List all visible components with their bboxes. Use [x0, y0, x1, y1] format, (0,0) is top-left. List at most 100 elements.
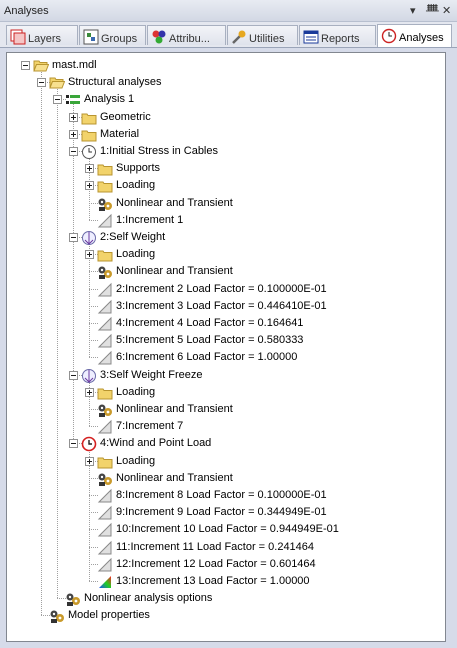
dropdown-arrow-icon[interactable]: ▾: [410, 4, 416, 17]
tree-node[interactable]: 4:Wind and Point Load: [7, 435, 437, 452]
tree-node[interactable]: Nonlinear and Transient: [7, 263, 437, 280]
tree-node[interactable]: Analysis 1: [7, 91, 437, 108]
expand-icon[interactable]: [69, 112, 78, 122]
tree-node[interactable]: 2:Increment 2 Load Factor = 0.100000E-01: [7, 281, 437, 298]
tree-node-label: 6:Increment 6 Load Factor = 1.00000: [116, 351, 298, 364]
gears-icon: [65, 591, 81, 607]
tree-node-label: 4:Wind and Point Load: [100, 437, 212, 450]
folder-icon: [97, 247, 113, 263]
tree-node[interactable]: 2:Self Weight: [7, 229, 437, 246]
tree-node-label: 3:Increment 3 Load Factor = 0.446410E-01: [116, 299, 327, 312]
tab-utilities[interactable]: Utilities: [227, 25, 298, 45]
pin-icon[interactable]: ᚙ: [426, 4, 439, 17]
tab-reports[interactable]: Reports: [299, 25, 376, 45]
tree-node[interactable]: Loading: [7, 177, 437, 194]
tree-node[interactable]: Supports: [7, 160, 437, 177]
panel-title: Analyses: [4, 5, 49, 17]
tree-node[interactable]: 3:Self Weight Freeze: [7, 367, 437, 384]
tree-node-label: Structural analyses: [68, 76, 162, 89]
tab-label: Utilities: [249, 33, 285, 45]
tree-node[interactable]: 13:Increment 13 Load Factor = 1.00000: [7, 573, 437, 590]
tree-node[interactable]: 1:Increment 1: [7, 212, 437, 229]
tab-layers[interactable]: Layers: [6, 25, 78, 45]
collapse-icon[interactable]: [69, 147, 78, 156]
tree-node[interactable]: Structural analyses: [7, 74, 437, 91]
collapse-icon[interactable]: [69, 439, 78, 449]
increment-icon: [97, 505, 113, 521]
tree-node-label: 7:Increment 7: [116, 420, 184, 433]
tree-node-label: Material: [100, 127, 140, 140]
increment-icon: [97, 299, 113, 315]
tab-label: Analyses: [399, 32, 444, 44]
tree-node[interactable]: Nonlinear and Transient: [7, 401, 437, 418]
tree-node[interactable]: 3:Increment 3 Load Factor = 0.446410E-01: [7, 298, 437, 315]
expand-icon[interactable]: [69, 129, 78, 139]
tab-analyses[interactable]: Analyses: [377, 24, 452, 47]
folder-icon: [97, 385, 113, 401]
expand-icon[interactable]: [85, 387, 94, 397]
expand-icon[interactable]: [85, 250, 94, 260]
tab-bar: Layers Groups Attribu... Utilities Reports An…: [0, 22, 457, 48]
tree-node[interactable]: mast.mdl: [7, 57, 437, 74]
utilities-icon: [231, 29, 247, 45]
tree-node[interactable]: Loading: [7, 453, 437, 470]
tree-node-label: 9:Increment 9 Load Factor = 0.344949E-01: [116, 506, 327, 519]
tree-node[interactable]: 10:Increment 10 Load Factor = 0.944949E-…: [7, 521, 437, 538]
collapse-icon[interactable]: [37, 78, 46, 88]
increment-icon: [97, 522, 113, 538]
tree-node-label: 13:Increment 13 Load Factor = 1.00000: [116, 575, 310, 587]
collapse-icon[interactable]: [69, 233, 78, 242]
tree-node[interactable]: 11:Increment 11 Load Factor = 0.241464: [7, 539, 437, 556]
collapse-icon[interactable]: [69, 370, 78, 380]
layers-icon: [10, 29, 26, 45]
expand-icon[interactable]: [85, 181, 94, 191]
tree-node[interactable]: 8:Increment 8 Load Factor = 0.100000E-01: [7, 487, 437, 504]
tree-node[interactable]: 6:Increment 6 Load Factor = 1.00000: [7, 349, 437, 366]
collapse-icon[interactable]: [53, 95, 62, 105]
tree-node-label: Analysis 1: [84, 93, 135, 106]
tree-node[interactable]: 7:Increment 7: [7, 418, 437, 435]
increment-icon: [97, 316, 113, 332]
tree-node-label: 2:Self Weight: [100, 231, 166, 243]
tree-node[interactable]: Nonlinear and Transient: [7, 195, 437, 212]
tree-node-label: 5:Increment 5 Load Factor = 0.580333: [116, 334, 304, 347]
tree-node[interactable]: Material: [7, 126, 437, 143]
tree-node[interactable]: Loading: [7, 384, 437, 401]
folder-icon: [97, 178, 113, 194]
expand-icon[interactable]: [85, 164, 94, 174]
tree-node[interactable]: 4:Increment 4 Load Factor = 0.164641: [7, 315, 437, 332]
tree-node[interactable]: 9:Increment 9 Load Factor = 0.344949E-01: [7, 504, 437, 521]
tree-node[interactable]: 5:Increment 5 Load Factor = 0.580333: [7, 332, 437, 349]
tree-node-label: 12:Increment 12 Load Factor = 0.601464: [116, 557, 316, 570]
tab-groups[interactable]: Groups: [79, 25, 146, 45]
close-icon[interactable]: ✕: [442, 4, 451, 17]
increment-icon: [97, 557, 113, 573]
analysis-icon: [65, 92, 81, 108]
tree-node-label: 11:Increment 11 Load Factor = 0.241464: [116, 540, 315, 553]
gears-icon: [97, 264, 113, 280]
tree-node[interactable]: Model properties: [7, 607, 437, 624]
tree-node[interactable]: Nonlinear analysis options: [7, 590, 437, 607]
gears-icon: [97, 196, 113, 212]
increment-colored-icon: [97, 574, 113, 590]
increment-icon: [97, 419, 113, 435]
tree-node[interactable]: 1:Initial Stress in Cables: [7, 143, 437, 160]
tree-node-label: 4:Increment 4 Load Factor = 0.164641: [116, 317, 304, 329]
tree-node-label: Loading: [116, 454, 156, 467]
tree-node-label: Nonlinear and Transient: [116, 196, 233, 209]
collapse-icon[interactable]: [21, 61, 30, 70]
tree-node-label: 2:Increment 2 Load Factor = 0.100000E-01: [116, 282, 327, 295]
tree-node-label: Nonlinear analysis options: [84, 592, 213, 605]
tree-node[interactable]: 12:Increment 12 Load Factor = 0.601464: [7, 556, 437, 573]
tree-node[interactable]: Nonlinear and Transient: [7, 470, 437, 487]
tree-node[interactable]: Loading: [7, 246, 437, 263]
folder-icon: [97, 161, 113, 177]
tree-node[interactable]: Geometric: [7, 109, 437, 126]
tab-label: Layers: [28, 33, 62, 45]
tab-label: Attribu...: [169, 33, 210, 45]
increment-icon: [97, 350, 113, 366]
tree-node-label: 8:Increment 8 Load Factor = 0.100000E-01: [116, 489, 327, 501]
expand-icon[interactable]: [85, 456, 94, 466]
gears-icon: [49, 608, 65, 624]
tab-attribu[interactable]: Attribu...: [147, 25, 226, 45]
